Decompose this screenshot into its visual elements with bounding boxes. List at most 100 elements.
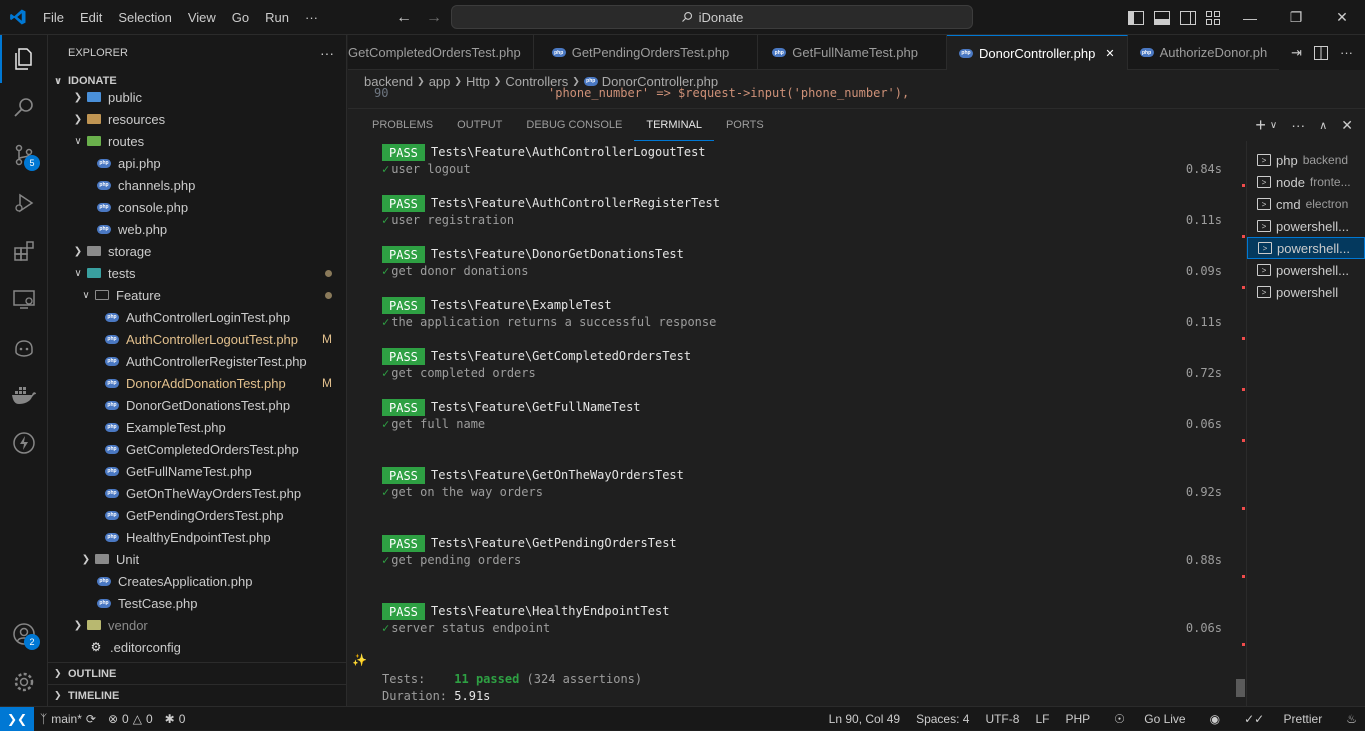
run-debug-icon[interactable]: [0, 179, 48, 227]
tab-getfullnametest[interactable]: php GetFullNameTest.php: [758, 35, 947, 70]
tree-file-editorconfig[interactable]: ⚙ .editorconfig: [48, 636, 346, 658]
sparkle-icon[interactable]: ✨: [352, 653, 367, 667]
tree-file-channels[interactable]: php channels.php: [48, 174, 346, 196]
tree-file-console[interactable]: php console.php: [48, 196, 346, 218]
terminal-item-node[interactable]: > node fronte...: [1247, 171, 1365, 193]
terminal-scrollbar[interactable]: [1236, 679, 1245, 697]
terminal-item-powershell-3[interactable]: > powershell...: [1247, 259, 1365, 281]
maximize-panel-icon[interactable]: ∧: [1319, 119, 1327, 132]
tree-folder-feature[interactable]: ∨ Feature: [48, 284, 346, 306]
toggle-sidebar-icon[interactable]: [1128, 10, 1144, 25]
split-editor-icon[interactable]: [1314, 45, 1328, 60]
extensions-icon[interactable]: [0, 227, 48, 275]
close-window-icon[interactable]: ✕: [1319, 0, 1365, 35]
panel-more-icon[interactable]: ···: [1291, 117, 1305, 133]
restore-icon[interactable]: ❐: [1273, 0, 1319, 35]
menu-file[interactable]: File: [35, 0, 72, 35]
source-control-icon[interactable]: 5: [0, 131, 48, 179]
problems-indicator[interactable]: ⊗ 0 △ 0: [102, 712, 159, 726]
panel-tab-ports[interactable]: PORTS: [714, 109, 776, 141]
command-center-search[interactable]: iDonate: [451, 5, 973, 29]
cursor-position[interactable]: Ln 90, Col 49: [821, 712, 908, 726]
tree-file-getpendingorderstest[interactable]: php GetPendingOrdersTest.php: [48, 504, 346, 526]
search-activity-icon[interactable]: [0, 83, 48, 131]
panel-tab-terminal[interactable]: TERMINAL: [634, 109, 714, 141]
toggle-secondary-sidebar-icon[interactable]: [1180, 10, 1196, 25]
tree-folder-resources[interactable]: ❯ resources: [48, 108, 346, 130]
tab-close-icon[interactable]: ✕: [1105, 47, 1114, 60]
terminal-item-cmd[interactable]: > cmd electron: [1247, 193, 1365, 215]
outline-section[interactable]: ❯ OUTLINE: [48, 662, 346, 684]
tree-file-web[interactable]: php web.php: [48, 218, 346, 240]
accounts-icon[interactable]: 2: [0, 610, 48, 658]
tree-folder-vendor[interactable]: ❯ vendor: [48, 614, 346, 636]
explorer-more-icon[interactable]: ···: [320, 45, 334, 61]
tree-file-exampletest[interactable]: php ExampleTest.php: [48, 416, 346, 438]
branch-indicator[interactable]: ᛉ main* ⟳: [34, 712, 102, 726]
tree-file-getcompletedorderstest[interactable]: php GetCompletedOrdersTest.php: [48, 438, 346, 460]
tree-file-createsapplication[interactable]: php CreatesApplication.php: [48, 570, 346, 592]
remote-indicator-icon[interactable]: ❯❮: [0, 706, 34, 731]
terminal-item-php[interactable]: > php backend: [1247, 149, 1365, 171]
notifications-bell-icon[interactable]: ♨: [1338, 712, 1365, 726]
chevron-down-icon[interactable]: ∨: [1270, 120, 1277, 131]
remote-explorer-icon[interactable]: [0, 275, 48, 323]
tree-file-donorgetdonationstest[interactable]: php DonorGetDonationsTest.php: [48, 394, 346, 416]
tree-folder-tests[interactable]: ∨ tests: [48, 262, 346, 284]
tree-file-authcontrollerlogouttest[interactable]: php AuthControllerLogoutTest.php M: [48, 328, 346, 350]
code-editor-line[interactable]: 90 'phone_number' => $request->input('ph…: [348, 86, 1245, 102]
tree-file-authcontrollerregistertest[interactable]: php AuthControllerRegisterTest.php: [48, 350, 346, 372]
tree-file-api[interactable]: php api.php: [48, 152, 346, 174]
tree-folder-public[interactable]: ❯ public: [48, 86, 346, 108]
terminal-item-powershell-2[interactable]: > powershell...: [1247, 237, 1365, 259]
menu-more[interactable]: ···: [297, 0, 326, 35]
editor-more-icon[interactable]: ···: [1340, 45, 1353, 60]
close-panel-icon[interactable]: ✕: [1341, 117, 1353, 134]
menu-go[interactable]: Go: [224, 0, 257, 35]
toggle-panel-icon[interactable]: [1154, 10, 1170, 25]
explorer-icon[interactable]: [0, 35, 48, 83]
docker-icon[interactable]: [0, 371, 48, 419]
copilot-icon[interactable]: [0, 323, 48, 371]
tree-folder-unit[interactable]: ❯ Unit: [48, 548, 346, 570]
timeline-section[interactable]: ❯ TIMELINE: [48, 684, 346, 706]
tree-file-getonthewayorderstest[interactable]: php GetOnTheWayOrdersTest.php: [48, 482, 346, 504]
thunder-client-icon[interactable]: [0, 419, 48, 467]
tree-file-donoradddonationtest[interactable]: php DonorAddDonationTest.php M: [48, 372, 346, 394]
menu-view[interactable]: View: [180, 0, 224, 35]
tab-donorcontroller[interactable]: php DonorController.php ✕: [946, 35, 1128, 70]
tab-authorizedonor[interactable]: php AuthorizeDonor.ph: [1128, 35, 1281, 70]
go-live-button[interactable]: ☉ Go Live: [1098, 712, 1201, 726]
tab-getpendingorderstest[interactable]: php GetPendingOrdersTest.php: [534, 35, 759, 70]
terminal-item-powershell-1[interactable]: > powershell...: [1247, 215, 1365, 237]
panel-tab-debug-console[interactable]: DEBUG CONSOLE: [514, 109, 634, 141]
language-mode[interactable]: PHP: [1057, 712, 1098, 726]
open-changes-icon[interactable]: ⇥: [1291, 45, 1302, 61]
menu-run[interactable]: Run: [257, 0, 297, 35]
menu-selection[interactable]: Selection: [110, 0, 179, 35]
panel-tab-output[interactable]: OUTPUT: [445, 109, 514, 141]
new-terminal-icon[interactable]: +: [1255, 115, 1266, 136]
terminal-item-powershell-4[interactable]: > powershell: [1247, 281, 1365, 303]
prettier-button[interactable]: ✓✓ Prettier: [1228, 712, 1338, 726]
ports-indicator[interactable]: ✱ 0: [159, 712, 192, 726]
end-of-line[interactable]: LF: [1027, 712, 1057, 726]
tree-file-getfullnametest[interactable]: php GetFullNameTest.php: [48, 460, 346, 482]
settings-gear-icon[interactable]: [0, 658, 48, 706]
minimize-icon[interactable]: —: [1227, 0, 1273, 35]
indentation[interactable]: Spaces: 4: [908, 712, 977, 726]
back-arrow-icon[interactable]: ←: [396, 9, 412, 27]
tab-getcompletedorderstest[interactable]: GetCompletedOrdersTest.php: [348, 35, 534, 70]
customize-layout-icon[interactable]: [1206, 10, 1220, 25]
panel-tab-problems[interactable]: PROBLEMS: [360, 109, 445, 141]
encoding[interactable]: UTF-8: [977, 712, 1027, 726]
terminal-output[interactable]: PASS Tests\Feature\AuthControllerLogoutT…: [348, 141, 1245, 707]
tree-folder-storage[interactable]: ❯ storage: [48, 240, 346, 262]
tree-file-testcase[interactable]: php TestCase.php: [48, 592, 346, 614]
forward-arrow-icon[interactable]: →: [426, 9, 442, 27]
tree-folder-routes[interactable]: ∨ routes: [48, 130, 346, 152]
copilot-status-icon[interactable]: ◉: [1202, 712, 1228, 726]
tree-file-healthyendpointtest[interactable]: php HealthyEndpointTest.php: [48, 526, 346, 548]
menu-edit[interactable]: Edit: [72, 0, 110, 35]
tree-file-authcontrollerlogintest[interactable]: php AuthControllerLoginTest.php: [48, 306, 346, 328]
